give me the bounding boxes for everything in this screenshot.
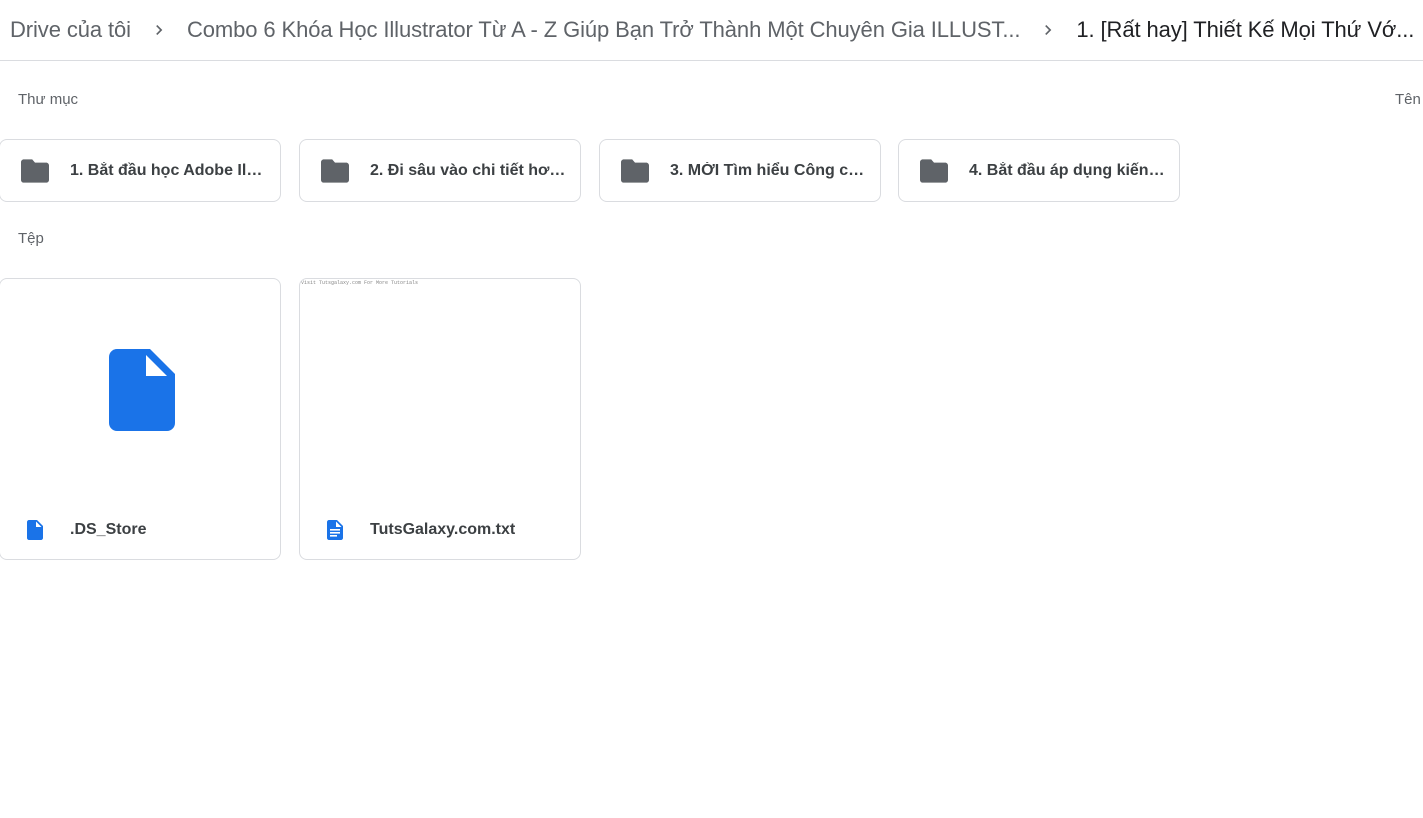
folder-icon	[21, 158, 49, 183]
file-footer: TutsGalaxy.com.txt	[300, 501, 580, 559]
generic-file-icon	[109, 349, 175, 431]
file-icon	[25, 520, 45, 540]
file-card-ds-store[interactable]: .DS_Store	[0, 278, 281, 560]
file-name: TutsGalaxy.com.txt	[370, 521, 516, 538]
breadcrumb-item-my-drive[interactable]: Drive của tôi	[0, 16, 141, 44]
folder-card-4[interactable]: 4. Bắt đầu áp dụng kiến t...	[898, 139, 1180, 202]
breadcrumb: Drive của tôi Combo 6 Khóa Học Illustrat…	[0, 0, 1423, 61]
files-section-label: Tệp	[18, 230, 44, 247]
text-document-icon	[325, 520, 345, 540]
text-preview-thumbnail: Visit Tutsgalaxy.com For More Tutorials	[300, 279, 580, 501]
chevron-right-icon	[1038, 20, 1058, 40]
folder-card-3[interactable]: 3. MỚI Tìm hiểu Công cụ ...	[599, 139, 881, 202]
chevron-right-icon	[149, 20, 169, 40]
file-card-tutsgalaxy-txt[interactable]: Visit Tutsgalaxy.com For More Tutorials …	[299, 278, 581, 560]
folders-section-label: Thư mục	[18, 91, 79, 108]
file-name: .DS_Store	[70, 521, 147, 538]
folder-name: 2. Đi sâu vào chi tiết hơn ...	[370, 161, 566, 179]
file-footer: .DS_Store	[0, 501, 280, 559]
folder-icon	[321, 158, 349, 183]
folder-name: 1. Bắt đầu học Adobe Illu...	[70, 161, 266, 179]
folder-card-1[interactable]: 1. Bắt đầu học Adobe Illu...	[0, 139, 281, 202]
breadcrumb-item-current-folder[interactable]: 1. [Rất hay] Thiết Kế Mọi Thứ Vớ...	[1066, 16, 1423, 44]
sort-by-name-button[interactable]: Tên	[1395, 91, 1423, 108]
folder-name: 4. Bắt đầu áp dụng kiến t...	[969, 161, 1165, 179]
folder-icon	[920, 158, 948, 183]
preview-text: Visit Tutsgalaxy.com For More Tutorials	[301, 280, 419, 286]
folder-card-2[interactable]: 2. Đi sâu vào chi tiết hơn ...	[299, 139, 581, 202]
folder-name: 3. MỚI Tìm hiểu Công cụ ...	[670, 161, 866, 179]
folder-icon	[621, 158, 649, 183]
breadcrumb-item-course-combo[interactable]: Combo 6 Khóa Học Illustrator Từ A - Z Gi…	[177, 16, 1030, 44]
file-thumbnail	[0, 279, 280, 501]
